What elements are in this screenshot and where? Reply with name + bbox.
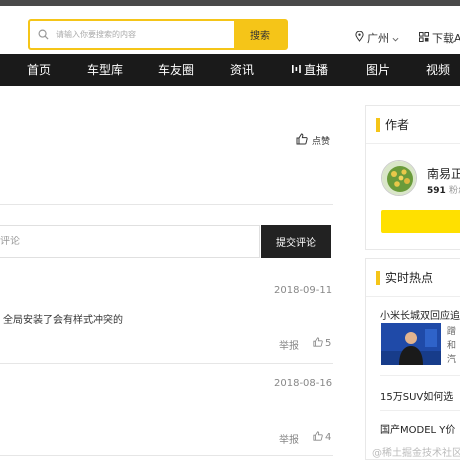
- thumbs-up-icon: [313, 431, 323, 444]
- chevron-down-icon: [392, 32, 399, 45]
- comment-date: 2018-09-11: [274, 285, 333, 296]
- accent-bar: [376, 117, 380, 132]
- nav-item-news[interactable]: 资讯: [230, 54, 254, 86]
- page: 搜索 广州 下载A 首页 车型库 车友圈 资讯 直播: [0, 0, 460, 460]
- comment-like-button[interactable]: 4: [313, 431, 331, 444]
- location-pin-icon: [355, 30, 364, 45]
- nav-item-home[interactable]: 首页: [27, 54, 51, 86]
- main-nav: 首页 车型库 车友圈 资讯 直播 图片 视频: [0, 54, 460, 86]
- hot-item-thumbnail[interactable]: [381, 323, 441, 365]
- author-count-value: 591: [427, 186, 446, 196]
- submit-comment-button[interactable]: 提交评论: [261, 225, 331, 258]
- location-selector[interactable]: 广州: [355, 30, 399, 46]
- hot-item-snippet: 和: [447, 341, 457, 351]
- thumbs-up-icon: [296, 133, 308, 148]
- comment-text: 全局安装了会有样式冲突的: [3, 315, 123, 326]
- comment-like-button[interactable]: 5: [313, 337, 331, 350]
- like-label: 点赞: [312, 137, 331, 147]
- article-like-button[interactable]: 点赞: [296, 133, 330, 148]
- divider: [380, 410, 460, 411]
- author-count-label: 粉丝: [448, 186, 460, 196]
- watermark: @稀土掘金技术社区: [372, 448, 460, 459]
- comment-like-count: 5: [325, 338, 332, 349]
- hot-panel-title: 实时热点: [385, 271, 434, 285]
- accent-bar: [376, 270, 380, 285]
- hot-item[interactable]: 小米长城双回应追: [380, 307, 460, 322]
- author-name[interactable]: 南易正: [427, 165, 460, 182]
- comment-input[interactable]: [0, 236, 259, 247]
- nav-item-live[interactable]: 直播: [292, 54, 328, 86]
- search-button[interactable]: 搜索: [234, 21, 286, 48]
- comment-date: 2018-08-16: [274, 378, 333, 389]
- search-input[interactable]: [56, 21, 234, 48]
- nav-item-live-label: 直播: [304, 63, 329, 77]
- divider: [0, 455, 333, 456]
- comment-like-count: 4: [325, 432, 332, 443]
- app-grid-icon: [419, 31, 429, 45]
- download-label: 下载A: [432, 32, 460, 45]
- download-app-link[interactable]: 下载A: [419, 30, 460, 46]
- comment-input-box: [0, 225, 260, 258]
- divider: [0, 204, 333, 205]
- search-icon: [30, 21, 56, 48]
- thumbs-up-icon: [313, 337, 323, 350]
- author-follower-count: 591 粉丝: [427, 183, 460, 196]
- site-header: 搜索 广州 下载A: [0, 6, 460, 54]
- hot-item-snippet: 蹭: [447, 327, 457, 337]
- nav-item-community[interactable]: 车友圈: [158, 54, 194, 86]
- hot-item[interactable]: 国产MODEL Y价: [380, 421, 455, 436]
- author-panel-header: 作者: [366, 106, 460, 144]
- nav-item-videos[interactable]: 视频: [426, 54, 450, 86]
- divider: [380, 375, 460, 376]
- nav-item-photos[interactable]: 图片: [366, 54, 390, 86]
- nav-item-car-models[interactable]: 车型库: [87, 54, 123, 86]
- report-link[interactable]: 举报: [279, 431, 299, 446]
- hot-item[interactable]: 15万SUV如何选: [380, 388, 453, 403]
- report-link[interactable]: 举报: [279, 337, 299, 352]
- live-icon: [292, 54, 301, 86]
- hot-item-snippet: 汽: [447, 355, 457, 365]
- author-panel-title: 作者: [385, 118, 410, 132]
- follow-button[interactable]: [381, 210, 460, 233]
- location-label: 广州: [367, 32, 389, 45]
- divider: [0, 363, 333, 364]
- hot-panel-header: 实时热点: [366, 259, 460, 297]
- search-bar: 搜索: [28, 19, 288, 50]
- avatar[interactable]: [381, 160, 417, 196]
